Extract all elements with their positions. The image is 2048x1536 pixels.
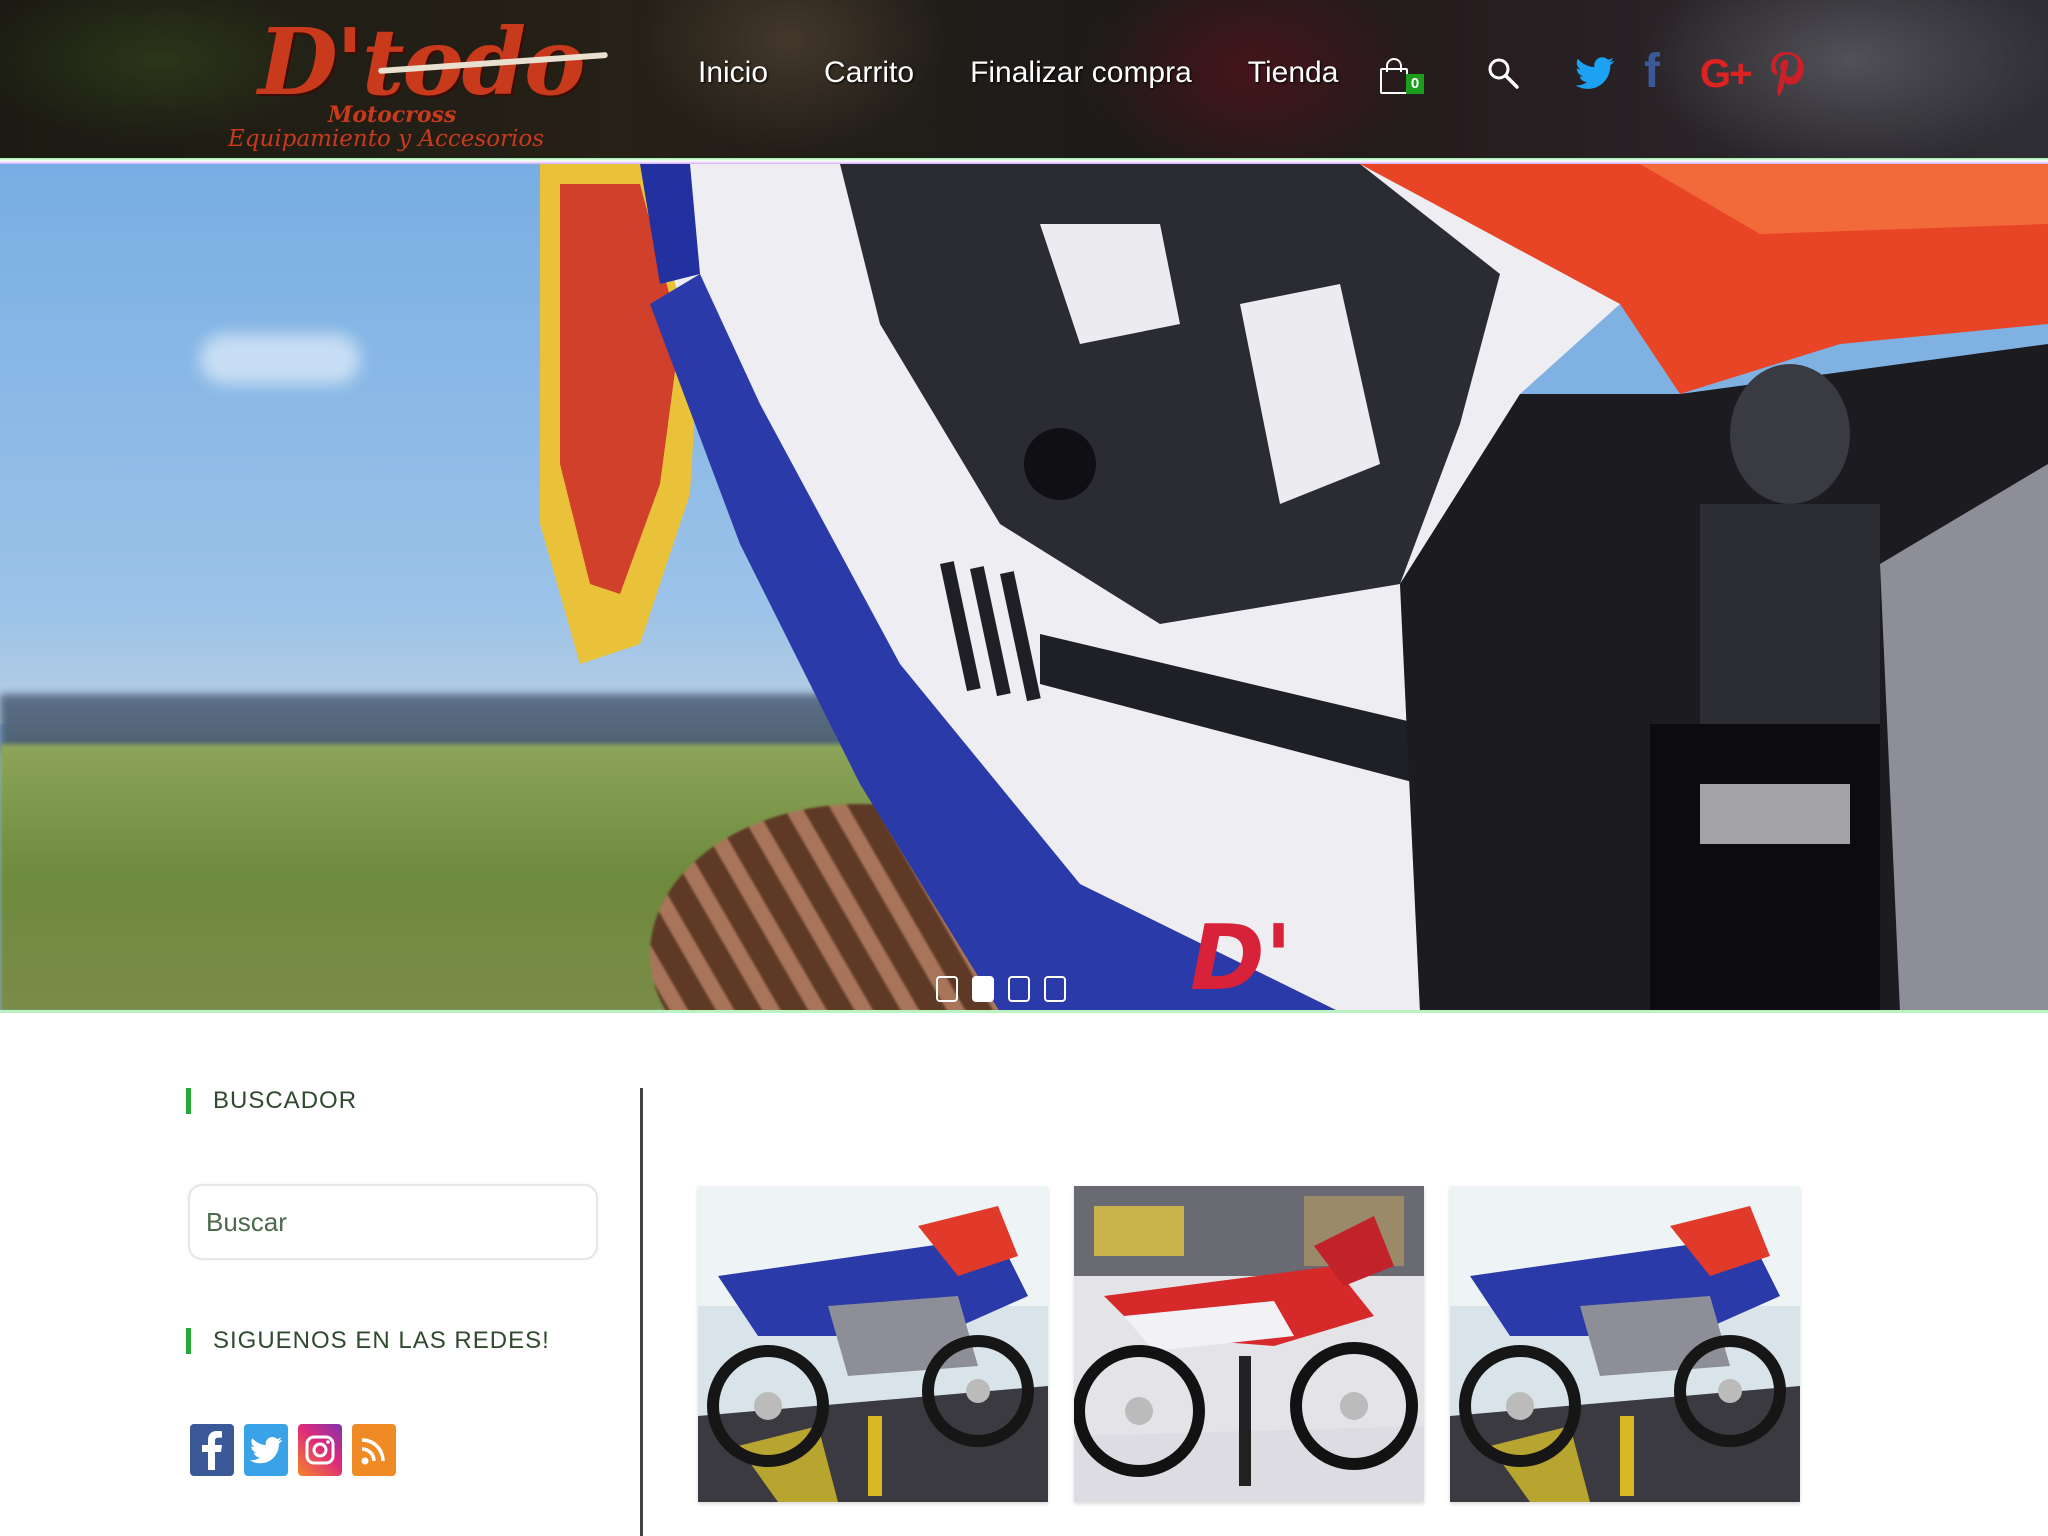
slider-dot-1[interactable]	[936, 976, 958, 1002]
main-nav: Inicio Carrito Finalizar compra Tienda	[698, 56, 1394, 90]
rss-icon[interactable]	[352, 1424, 396, 1476]
product-card-3[interactable]	[1450, 1186, 1800, 1502]
hero-decal-text: D'	[1190, 906, 1292, 1011]
search-icon[interactable]	[1486, 56, 1520, 90]
logo-subtitle-2: Equipamiento y Accesorios	[228, 126, 545, 152]
nav-finalizar-compra[interactable]: Finalizar compra	[970, 56, 1192, 90]
facebook-icon[interactable]: f	[1644, 48, 1660, 96]
twitter-icon[interactable]	[1574, 52, 1616, 94]
sidebar-divider	[640, 1088, 643, 1536]
nav-tienda[interactable]: Tienda	[1248, 56, 1339, 90]
instagram-icon[interactable]	[298, 1424, 342, 1476]
slider-dot-3[interactable]	[1008, 976, 1030, 1002]
hero-slider[interactable]: D'	[0, 164, 2048, 1012]
nav-carrito[interactable]: Carrito	[824, 56, 914, 90]
product-card-1[interactable]	[698, 1186, 1048, 1502]
site-header: D'todo Motocross Equipamiento y Accesori…	[0, 0, 2048, 158]
slider-dot-4[interactable]	[1044, 976, 1066, 1002]
pinterest-icon[interactable]	[1768, 50, 1804, 96]
widget-title-siguenos: SIGUENOS EN LAS REDES!	[186, 1328, 550, 1354]
hero-divider	[0, 1010, 2048, 1013]
logo-subtitle-1: Motocross	[328, 102, 457, 128]
search-input[interactable]	[188, 1184, 598, 1260]
social-icons-row	[190, 1424, 406, 1476]
twitter-icon[interactable]	[244, 1424, 288, 1476]
facebook-icon[interactable]	[190, 1424, 234, 1476]
nav-inicio[interactable]: Inicio	[698, 56, 768, 90]
slider-dot-2[interactable]	[972, 976, 994, 1002]
cart-icon[interactable]: 0	[1378, 56, 1426, 100]
blue-motocross-bike-photo	[698, 1186, 1048, 1502]
slider-pagination	[936, 976, 1080, 1002]
hero-bike-image: D'	[540, 164, 2048, 1012]
product-card-2[interactable]	[1074, 1186, 1424, 1502]
widget-title-buscador: BUSCADOR	[186, 1088, 357, 1114]
google-plus-icon[interactable]: G+	[1700, 50, 1753, 98]
cart-bag	[1380, 68, 1408, 94]
site-logo[interactable]: D'todo Motocross Equipamiento y Accesori…	[228, 8, 618, 154]
blue-motocross-bike-photo	[1450, 1186, 1800, 1502]
red-motocross-bike-photo	[1074, 1186, 1424, 1502]
cart-count-badge: 0	[1406, 74, 1424, 94]
